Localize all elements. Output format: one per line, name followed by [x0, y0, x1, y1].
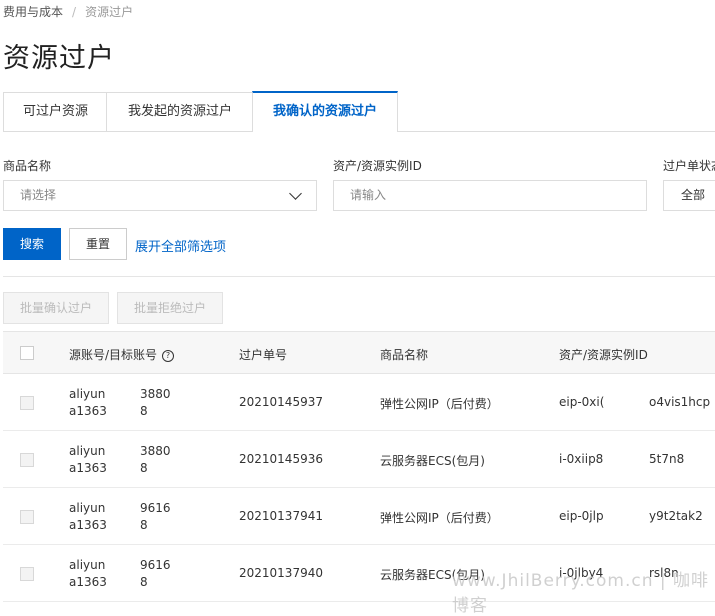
status-filter-label: 过户单状态	[663, 159, 715, 173]
expand-filters-link[interactable]: 展开全部筛选项	[135, 236, 226, 255]
account-text: a1363	[69, 461, 107, 475]
source-account: aliyun a1363	[69, 386, 107, 420]
table-row: aliyun a1363 3880 8 20210145936 云服务器ECS(包月…	[3, 431, 715, 488]
source-account: aliyun a1363	[69, 557, 107, 591]
breadcrumb-separator: /	[72, 5, 77, 19]
account-text: 9616	[140, 558, 171, 572]
row-checkbox[interactable]	[20, 396, 34, 410]
account-text: a1363	[69, 575, 107, 589]
account-text: 8	[140, 461, 148, 475]
tab-initiated-transfers[interactable]: 我发起的资源过户	[106, 92, 254, 131]
order-number: 20210145937	[239, 395, 323, 409]
account-text: aliyun	[69, 501, 106, 515]
instance-id-end: 5t7n8	[649, 452, 685, 466]
bulk-reject-button[interactable]: 批量拒绝过户	[117, 292, 223, 324]
order-number: 20210137941	[239, 509, 323, 523]
source-account: aliyun a1363	[69, 443, 107, 477]
status-select-value: 全部	[681, 188, 706, 202]
account-text: aliyun	[69, 387, 106, 401]
instance-input-placeholder: 请输入	[350, 188, 387, 202]
instance-id-input[interactable]: 请输入	[333, 180, 647, 211]
product-select[interactable]: 请选择	[3, 180, 317, 211]
account-text: 8	[140, 518, 148, 532]
page-title: 资源过户	[3, 43, 115, 74]
product-name: 弹性公网IP（后付费）	[380, 397, 499, 411]
tab-transferable-resources[interactable]: 可过户资源	[3, 92, 108, 131]
account-text: 8	[140, 404, 148, 418]
order-number: 20210145936	[239, 452, 323, 466]
help-icon[interactable]: ?	[162, 350, 175, 362]
watermark: www.JhilBerry.com.cn | 咖啡博客	[452, 571, 709, 616]
account-text: 3880	[140, 387, 171, 401]
column-header-instance: 资产/资源实例ID	[559, 348, 648, 362]
row-checkbox[interactable]	[20, 567, 34, 581]
product-name: 弹性公网IP（后付费）	[380, 511, 499, 525]
tab-confirmed-transfers[interactable]: 我确认的资源过户	[252, 91, 398, 132]
instance-filter-label: 资产/资源实例ID	[333, 159, 422, 173]
tab-bar: 可过户资源 我发起的资源过户 我确认的资源过户	[3, 91, 715, 132]
bulk-confirm-button[interactable]: 批量确认过户	[3, 292, 109, 324]
column-account-label: 源账号/目标账号	[69, 348, 158, 362]
product-filter-label: 商品名称	[3, 159, 52, 173]
column-header-order: 过户单号	[239, 348, 288, 362]
instance-id-end: y9t2tak2	[649, 509, 703, 523]
table-header: 源账号/目标账号? 过户单号 商品名称 资产/资源实例ID	[3, 331, 715, 374]
row-checkbox[interactable]	[20, 453, 34, 467]
status-select[interactable]: 全部	[663, 180, 715, 211]
account-text: 3880	[140, 444, 171, 458]
chevron-down-icon	[289, 187, 302, 200]
account-text: a1363	[69, 404, 107, 418]
product-select-placeholder: 请选择	[20, 188, 57, 202]
product-name: 云服务器ECS(包月)	[380, 454, 485, 468]
account-text: aliyun	[69, 444, 106, 458]
breadcrumb-parent[interactable]: 费用与成本	[3, 5, 63, 19]
breadcrumb-current: 资源过户	[85, 5, 134, 19]
account-text: aliyun	[69, 558, 106, 572]
breadcrumb: 费用与成本 / 资源过户	[3, 3, 133, 20]
table-row: aliyun a1363 3880 8 20210145937 弹性公网IP（后付费…	[3, 374, 715, 431]
account-text: 8	[140, 575, 148, 589]
instance-id-start: i-0xiip8	[559, 452, 604, 466]
order-number: 20210137940	[239, 566, 323, 580]
target-account: 3880 8	[140, 386, 171, 420]
instance-id-start: eip-0xi(	[559, 395, 605, 409]
row-checkbox[interactable]	[20, 510, 34, 524]
target-account: 9616 8	[140, 500, 171, 534]
column-header-account: 源账号/目标账号?	[69, 346, 175, 363]
select-all-checkbox[interactable]	[20, 346, 34, 360]
source-account: aliyun a1363	[69, 500, 107, 534]
account-text: a1363	[69, 518, 107, 532]
reset-button[interactable]: 重置	[69, 228, 127, 260]
column-header-product: 商品名称	[380, 348, 429, 362]
instance-id-end: o4vis1hcp	[649, 395, 711, 409]
target-account: 3880 8	[140, 443, 171, 477]
target-account: 9616 8	[140, 557, 171, 591]
search-button[interactable]: 搜索	[3, 228, 61, 260]
divider	[3, 276, 715, 277]
table-row: aliyun a1363 9616 8 20210137941 弹性公网IP（后付费…	[3, 488, 715, 545]
account-text: 9616	[140, 501, 171, 515]
instance-id-start: eip-0jlp	[559, 509, 604, 523]
